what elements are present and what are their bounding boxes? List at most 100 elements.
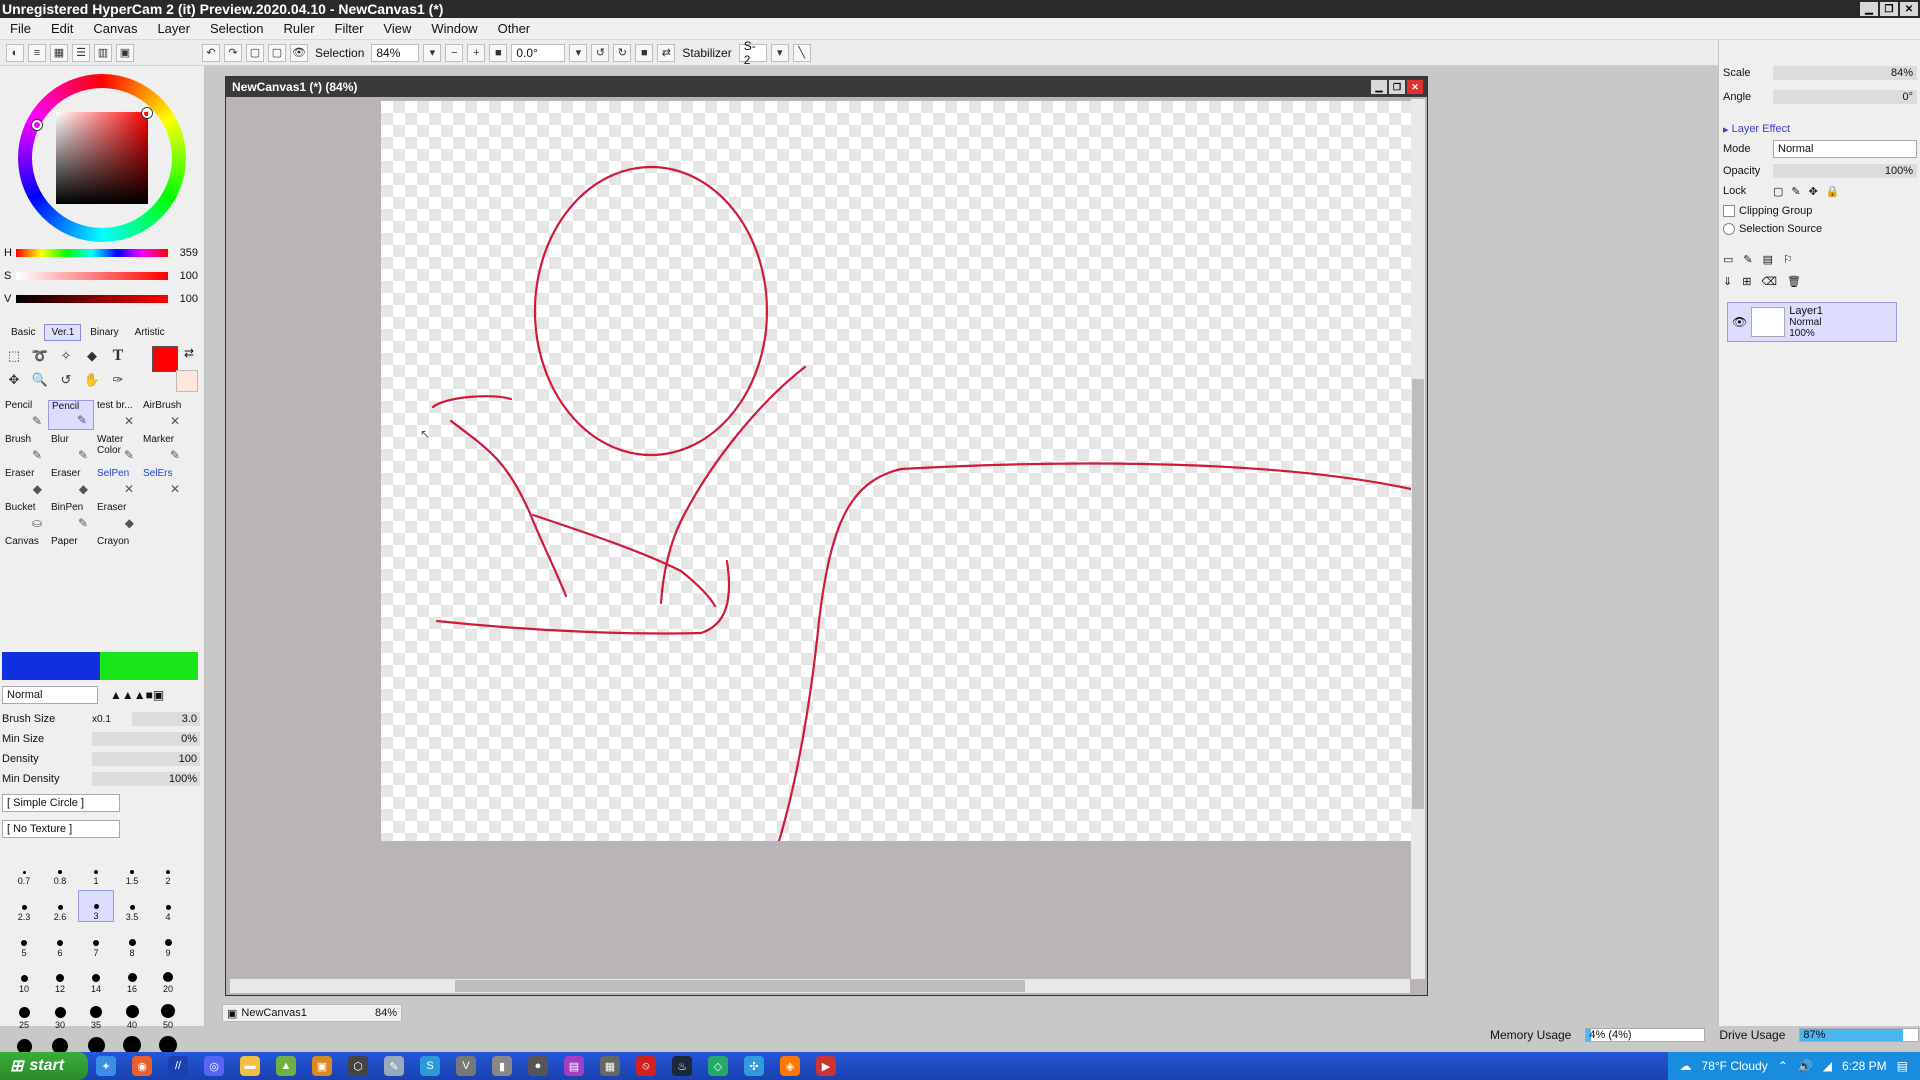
brush-size-preset[interactable]: 14: [78, 962, 114, 994]
deselect-icon[interactable]: ▢: [246, 43, 264, 62]
delete-layer-icon[interactable]: 🗑: [1787, 275, 1801, 288]
redo-icon[interactable]: ↷: [224, 43, 242, 62]
eyedropper-icon[interactable]: ✑: [108, 370, 128, 390]
horizontal-scroll-thumb[interactable]: [455, 980, 1025, 992]
menu-filter[interactable]: Filter: [325, 21, 374, 36]
close-button[interactable]: ✕: [1900, 2, 1918, 16]
move-icon[interactable]: ✥: [4, 370, 24, 390]
layer-effect-icon[interactable]: ⚐: [1783, 253, 1793, 266]
grid-icon[interactable]: ▥: [94, 43, 112, 62]
min-density-value[interactable]: 100%: [92, 772, 200, 786]
folder-icon[interactable]: ▬: [240, 1056, 260, 1076]
zoom-reset-icon[interactable]: ■: [489, 43, 508, 62]
menu-ruler[interactable]: Ruler: [273, 21, 324, 36]
tab-artistic[interactable]: Artistic: [128, 324, 172, 341]
scale-value[interactable]: 84%: [1773, 66, 1917, 80]
invert-selection-icon[interactable]: ▢: [268, 43, 286, 62]
brush-slot[interactable]: Brush ✎: [2, 434, 48, 464]
brush-size-preset[interactable]: 12: [42, 962, 78, 994]
clear-layer-icon[interactable]: ⌫: [1761, 275, 1777, 288]
steam-icon[interactable]: ♨: [672, 1056, 692, 1076]
sv-marker[interactable]: [142, 108, 152, 118]
volume-icon[interactable]: 🔊: [1798, 1059, 1813, 1073]
brush-slot[interactable]: Eraser ◆: [2, 468, 48, 498]
tab-basic[interactable]: Basic: [4, 324, 42, 341]
menu-layer[interactable]: Layer: [147, 21, 200, 36]
brush-slot[interactable]: Water Color ✎: [94, 434, 140, 464]
brush-size-value[interactable]: 3.0: [132, 712, 200, 726]
clipping-group-row[interactable]: Clipping Group: [1723, 202, 1917, 220]
menu-edit[interactable]: Edit: [41, 21, 83, 36]
text-tool-icon[interactable]: T: [108, 346, 128, 366]
swatches-icon[interactable]: ▦: [50, 43, 68, 62]
brush-slot[interactable]: SelPen ✕: [94, 468, 140, 498]
layer-visibility-icon[interactable]: 👁: [1732, 315, 1747, 329]
paint-tool-sai-icon[interactable]: ✎: [384, 1056, 404, 1076]
app-icon-12[interactable]: ▮: [492, 1056, 512, 1076]
app-icon-11[interactable]: V: [456, 1056, 476, 1076]
zoom-in-icon[interactable]: +: [467, 43, 486, 62]
angle-dropdown-icon[interactable]: ▾: [569, 43, 588, 62]
angle-value[interactable]: 0°: [1773, 90, 1917, 104]
brush-shape-icons[interactable]: ▲▲▲■▣: [110, 688, 164, 702]
brush-size-preset[interactable]: 0.7: [6, 854, 42, 886]
new-layer-icon[interactable]: ▭: [1723, 253, 1733, 266]
tray-chevron-icon[interactable]: ⌃: [1778, 1059, 1788, 1073]
zoom-field[interactable]: 84%: [371, 43, 420, 62]
zoom-tool-icon[interactable]: 🔍: [30, 370, 50, 390]
app-icon-3[interactable]: //: [168, 1056, 188, 1076]
brush-slot[interactable]: SelErs ✕: [140, 468, 186, 498]
density-value[interactable]: 100: [92, 752, 200, 766]
brush-size-preset[interactable]: 25: [6, 998, 42, 1030]
brush-slot[interactable]: Pencil ✎: [48, 400, 94, 430]
app-icon-19[interactable]: ✣: [744, 1056, 764, 1076]
canvas-close-button[interactable]: ✕: [1407, 80, 1423, 94]
brush-size-preset[interactable]: 30: [42, 998, 78, 1030]
saturation-value-square[interactable]: [56, 112, 148, 204]
hand-tool-icon[interactable]: ✋: [82, 370, 102, 390]
brush-size-preset[interactable]: 4: [150, 890, 186, 922]
app-icon-15[interactable]: ▦: [600, 1056, 620, 1076]
blend-mode-dropdown[interactable]: Normal: [2, 686, 98, 704]
opacity-value[interactable]: 100%: [1773, 164, 1917, 178]
canvas-vertical-scrollbar[interactable]: [1411, 99, 1425, 979]
app-icon-1[interactable]: ✦: [96, 1056, 116, 1076]
straight-line-icon[interactable]: ╲: [792, 43, 811, 62]
menu-selection[interactable]: Selection: [200, 21, 273, 36]
clipping-group-checkbox[interactable]: [1723, 205, 1735, 217]
secondary-color-swatch[interactable]: [176, 370, 198, 392]
stabilizer-dropdown-icon[interactable]: ▾: [770, 43, 789, 62]
brush-size-preset[interactable]: 2.6: [42, 890, 78, 922]
vertical-scroll-thumb[interactable]: [1412, 379, 1424, 809]
shape-icon[interactable]: ◆: [82, 346, 102, 366]
start-button[interactable]: ⊞ start: [0, 1052, 88, 1080]
rotate-reset-icon[interactable]: ■: [635, 43, 654, 62]
hue-slider[interactable]: H 359: [4, 244, 200, 262]
brush-slot[interactable]: [140, 536, 186, 566]
brush-size-preset[interactable]: 10: [6, 962, 42, 994]
primary-color-swatch[interactable]: [152, 346, 178, 372]
brush-slot[interactable]: Paper: [48, 536, 94, 566]
undo-icon[interactable]: ↶: [202, 43, 220, 62]
color-wheel-toggle-icon[interactable]: ◐: [6, 43, 24, 62]
rotate-right-icon[interactable]: ↻: [613, 43, 632, 62]
menu-window[interactable]: Window: [421, 21, 487, 36]
app-icon-6[interactable]: ▲: [276, 1056, 296, 1076]
canvas-maximize-button[interactable]: ❐: [1389, 80, 1405, 94]
swap-colors-icon[interactable]: ⇄: [184, 346, 194, 360]
new-linework-layer-icon[interactable]: ✎: [1743, 253, 1752, 266]
zoom-out-icon[interactable]: −: [445, 43, 464, 62]
minimize-button[interactable]: ▁: [1860, 2, 1878, 16]
brush-size-preset[interactable]: 50: [150, 998, 186, 1030]
hue-value[interactable]: 359: [168, 247, 198, 259]
brush-size-preset[interactable]: 16: [114, 962, 150, 994]
brush-slot[interactable]: test br... ✕: [94, 400, 140, 430]
brush-size-preset[interactable]: 0.8: [42, 854, 78, 886]
rotate-left-icon[interactable]: ↺: [591, 43, 610, 62]
tab-ver1[interactable]: Ver.1: [44, 324, 82, 341]
lock-icons[interactable]: ▢✎✥🔒: [1773, 185, 1848, 198]
maximize-button[interactable]: ❐: [1880, 2, 1898, 16]
saturation-value[interactable]: 100: [168, 270, 198, 282]
brush-size-preset[interactable]: 6: [42, 926, 78, 958]
app-icon-21[interactable]: ▶: [816, 1056, 836, 1076]
